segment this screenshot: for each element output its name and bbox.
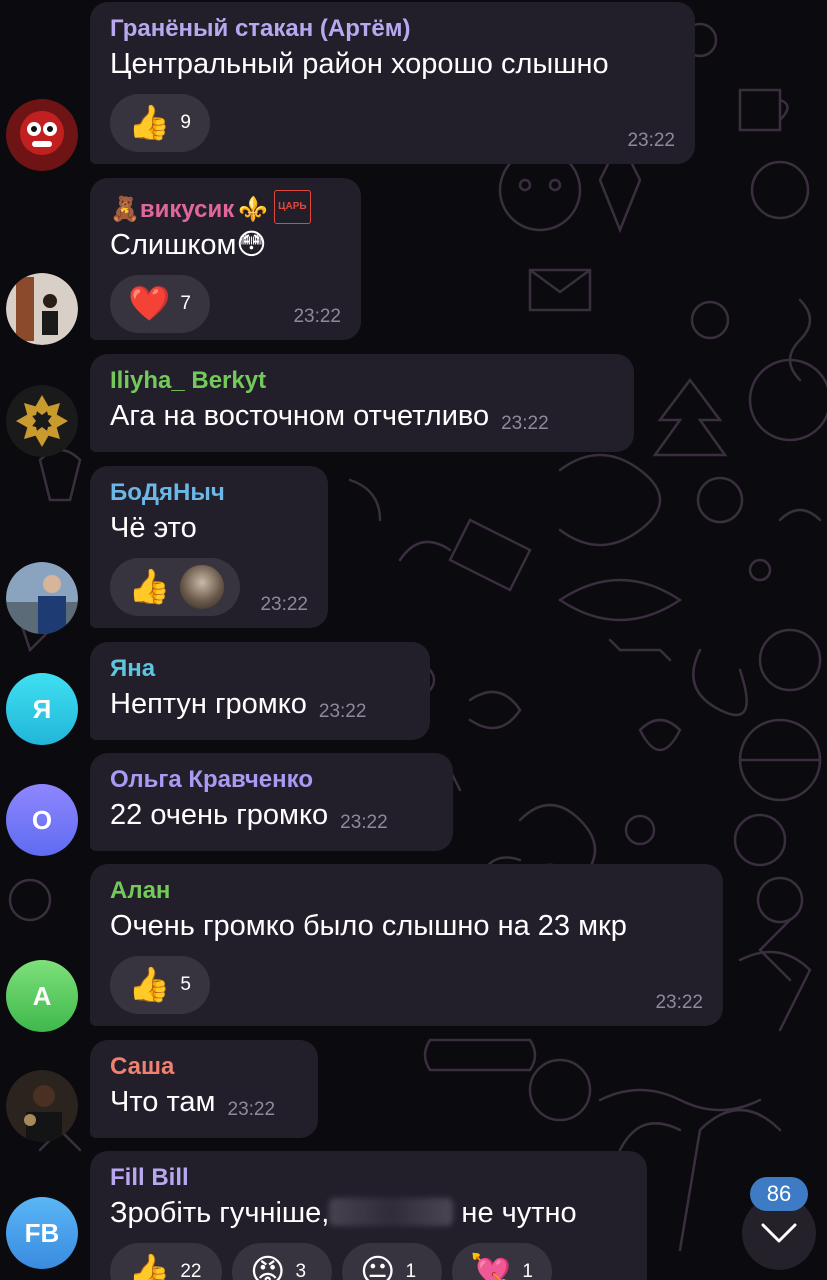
reaction-count: 1: [522, 1261, 533, 1280]
message-time: 23:22: [340, 812, 388, 833]
reaction-thumbs-up[interactable]: 👍 22: [110, 1243, 222, 1280]
message-time: 23:22: [627, 130, 675, 151]
avatar[interactable]: А: [6, 960, 78, 1032]
message-time: 23:22: [318, 701, 367, 722]
reaction-count: 3: [295, 1261, 307, 1280]
message-bubble[interactable]: Яна Нептун громко 23:22: [90, 642, 430, 740]
unread-count-badge: 86: [750, 1177, 808, 1211]
avatar[interactable]: [6, 99, 78, 171]
thumbs-up-icon: 👍: [128, 966, 171, 1004]
message-text: 22 очень громко: [110, 799, 329, 831]
message-text: Очень громко было слышно на 23 мкр: [110, 910, 627, 942]
avatar-image: [6, 99, 78, 171]
message-bubble[interactable]: 🧸викусик ⚜️ ЦАРЬ Слишком😳 ❤️ 7 23:22: [90, 178, 361, 340]
avatar-image: [6, 562, 78, 634]
heart-icon: ❤️: [128, 285, 171, 323]
message-bubble[interactable]: Fill Bill Зробіть гучніше, не чутно 👍 22…: [90, 1151, 647, 1280]
thumbs-up-icon: 👍: [128, 568, 171, 606]
avatar[interactable]: [6, 562, 78, 634]
message-text: Что там: [110, 1086, 216, 1118]
message-time: 23:22: [227, 1099, 276, 1120]
message-time: 23:22: [260, 594, 308, 615]
sender-name[interactable]: Fill Bill: [110, 1163, 627, 1193]
redacted-text: [329, 1198, 454, 1226]
message-time: 23:22: [655, 992, 703, 1013]
angry-face-icon: 😡: [250, 1253, 286, 1280]
message-text: Нептун громко: [110, 688, 307, 720]
message-text: Слишком😳: [110, 229, 267, 261]
thumbs-up-icon: 👍: [128, 1253, 171, 1280]
message-text: Ага на восточном отчетливо: [110, 400, 490, 432]
sender-name[interactable]: Саша: [110, 1052, 298, 1082]
avatar-image: [6, 385, 78, 457]
message-bubble[interactable]: Гранёный стакан (Артём) Центральный райо…: [90, 2, 695, 164]
message-bubble[interactable]: Алан Очень громко было слышно на 23 мкр …: [90, 864, 723, 1026]
avatar-image: [6, 1070, 78, 1142]
reaction-count: 9: [180, 112, 191, 133]
message-text: Зробіть гучніше, не чутно: [110, 1197, 577, 1229]
sender-name[interactable]: Ольга Кравченко: [110, 765, 433, 795]
reaction-count: 5: [180, 974, 191, 995]
chevron-down-icon: [761, 1223, 797, 1243]
reaction-count: 22: [180, 1261, 202, 1280]
message-text: Чё это: [110, 512, 197, 544]
message-bubble[interactable]: Саша Что там 23:22: [90, 1040, 318, 1138]
avatar[interactable]: О: [6, 784, 78, 856]
avatar[interactable]: [6, 273, 78, 345]
reactor-avatar: [180, 565, 225, 609]
sender-name[interactable]: Гранёный стакан (Артём): [110, 14, 675, 44]
reaction-thumbs-up[interactable]: 👍 9: [110, 94, 210, 152]
avatar-image: [6, 273, 78, 345]
message-text: Центральный район хорошо слышно: [110, 48, 609, 80]
thumbs-up-icon: 👍: [128, 104, 171, 142]
avatar[interactable]: [6, 1070, 78, 1142]
sender-name[interactable]: 🧸викусик ⚜️ ЦАРЬ: [110, 190, 341, 225]
reaction-angry[interactable]: 😡 3: [232, 1243, 332, 1280]
reaction-thumbs-up[interactable]: 👍: [110, 558, 240, 616]
reaction-heart[interactable]: ❤️ 7: [110, 275, 210, 333]
message-bubble[interactable]: Ольга Кравченко 22 очень громко 23:22: [90, 753, 453, 851]
avatar[interactable]: FB: [6, 1197, 78, 1269]
neutral-face-icon: 😐: [360, 1253, 396, 1280]
reaction-count: 1: [405, 1261, 417, 1280]
teddy-bear-icon: 🧸: [110, 196, 140, 223]
message-bubble[interactable]: Iliyha_ Berkyt Ага на восточном отчетлив…: [90, 354, 634, 452]
sender-name[interactable]: БоДяНыч: [110, 478, 308, 508]
message-bubble[interactable]: БоДяНыч Чё это 👍 23:22: [90, 466, 328, 628]
avatar[interactable]: [6, 385, 78, 457]
reaction-neutral[interactable]: 😐 1: [342, 1243, 442, 1280]
reaction-count: 7: [180, 293, 191, 314]
heart-arrow-icon: 💘: [470, 1253, 513, 1280]
message-time: 23:22: [501, 413, 549, 434]
sender-name[interactable]: Яна: [110, 654, 410, 684]
sender-name[interactable]: Алан: [110, 876, 703, 906]
sender-tag: ЦАРЬ: [274, 190, 311, 224]
reaction-heart-arrow[interactable]: 💘 1: [452, 1243, 552, 1280]
avatar[interactable]: Я: [6, 673, 78, 745]
message-time: 23:22: [293, 306, 341, 327]
reaction-thumbs-up[interactable]: 👍 5: [110, 956, 210, 1014]
fleur-de-lis-icon: ⚜️: [238, 196, 269, 223]
sender-name[interactable]: Iliyha_ Berkyt: [110, 366, 614, 396]
